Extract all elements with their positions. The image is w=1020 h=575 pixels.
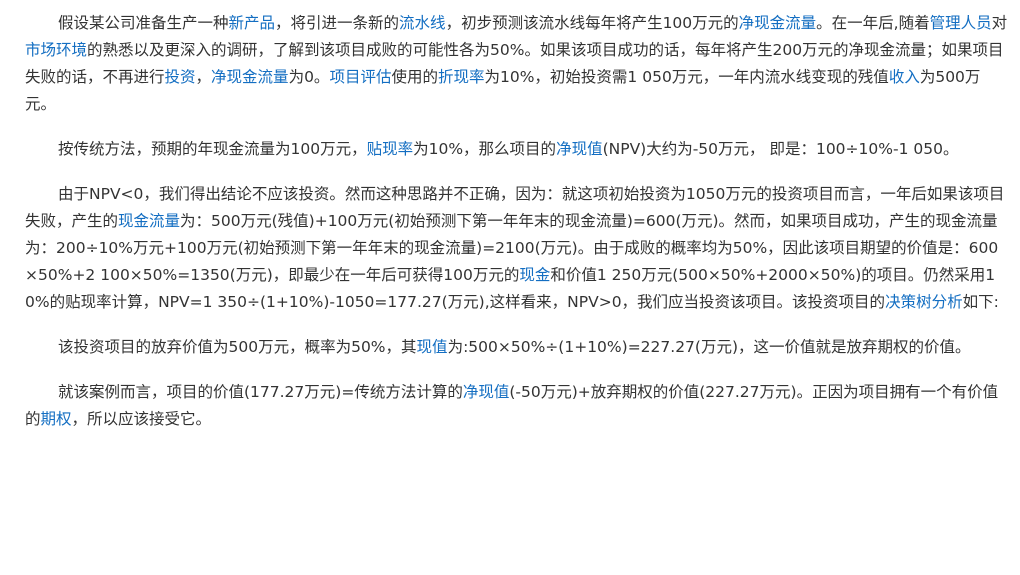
keyword-link[interactable]: 净现值 [556,140,603,158]
keyword-link[interactable]: 净现金流量 [211,68,289,86]
paragraph-text: 为:500×50%÷(1+10%)=227.27(万元)，这一价值就是放弃期权的… [447,338,971,356]
keyword-link[interactable]: 投资 [165,68,196,86]
paragraph-text: 按传统方法，预期的年现金流量为100万元， [58,140,367,158]
article-body: 假设某公司准备生产一种新产品，将引进一条新的流水线，初步预测该流水线每年将产生1… [0,0,1010,433]
paragraph-text: 。在一年后,随着 [816,14,930,32]
paragraph-text: ，所以应该接受它。 [71,410,212,428]
keyword-link[interactable]: 现金流量 [118,212,180,230]
paragraph-text: 该投资项目的放弃价值为500万元，概率为50%，其 [58,338,417,356]
keyword-link[interactable]: 贴现率 [367,140,414,158]
paragraph-text: ，将引进一条新的 [275,14,400,32]
keyword-link[interactable]: 现值 [417,338,448,356]
paragraph-text: 为10%，初始投资需1 050万元，一年内流水线变现的残值 [484,68,889,86]
paragraph-text: 如下: [962,293,999,311]
paragraph-text: 为10%，那么项目的 [413,140,557,158]
paragraph-1: 假设某公司准备生产一种新产品，将引进一条新的流水线，初步预测该流水线每年将产生1… [25,0,1010,118]
paragraph-text: 对 [991,14,1008,32]
paragraph-2: 按传统方法，预期的年现金流量为100万元，贴现率为10%，那么项目的净现值(NP… [25,136,1010,163]
keyword-link[interactable]: 管理人员 [930,14,992,32]
paragraph-text: 为0。 [288,68,330,86]
keyword-link[interactable]: 折现率 [438,68,485,86]
keyword-link[interactable]: 净现值 [463,383,510,401]
paragraph-text: 就该案例而言，项目的价值(177.27万元)=传统方法计算的 [58,383,463,401]
paragraph-3: 由于NPV<0，我们得出结论不应该投资。然而这种思路并不正确，因为：就这项初始投… [25,181,1010,316]
keyword-link[interactable]: 收入 [889,68,920,86]
keyword-link[interactable]: 期权 [41,410,72,428]
keyword-link[interactable]: 决策树分析 [885,293,963,311]
paragraph-text: (NPV)大约为-50万元， 即是：100÷10%-1 050。 [602,140,959,158]
keyword-link[interactable]: 流水线 [399,14,446,32]
paragraph-text: 假设某公司准备生产一种 [58,14,229,32]
keyword-link[interactable]: 现金 [519,266,550,284]
keyword-link[interactable]: 净现金流量 [739,14,817,32]
paragraph-text: ，初步预测该流水线每年将产生100万元的 [445,14,739,32]
keyword-link[interactable]: 市场环境 [25,41,87,59]
paragraph-4: 该投资项目的放弃价值为500万元，概率为50%，其现值为:500×50%÷(1+… [25,334,1010,361]
paragraph-5: 就该案例而言，项目的价值(177.27万元)=传统方法计算的净现值(-50万元)… [25,379,1010,433]
paragraph-text: ， [195,68,212,86]
paragraph-text: 使用的 [391,68,438,86]
keyword-link[interactable]: 项目评估 [329,68,391,86]
keyword-link[interactable]: 新产品 [229,14,276,32]
